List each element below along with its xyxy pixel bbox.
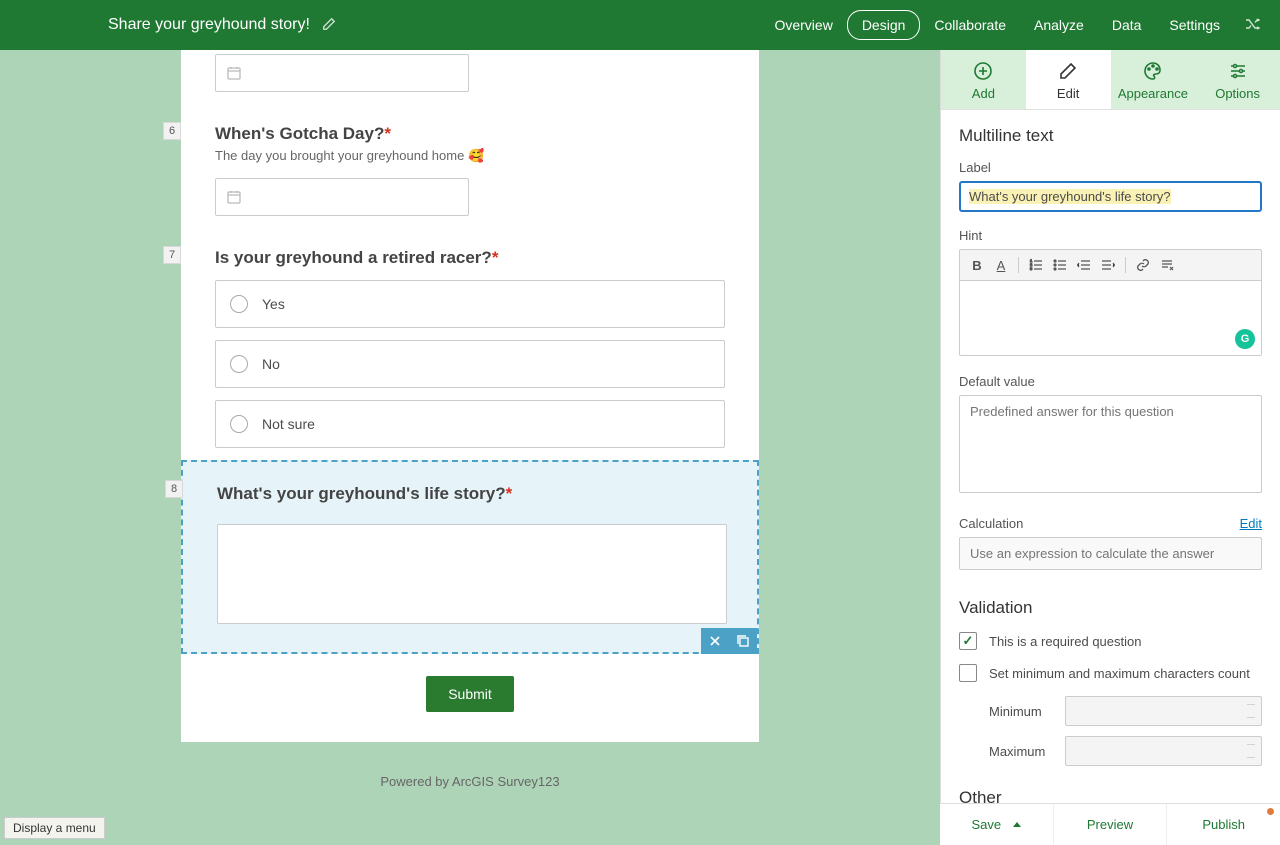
nav-collaborate[interactable]: Collaborate [920,11,1020,39]
bold-button[interactable]: B [966,255,988,275]
panel-body: Multiline text Label What's your greyhou… [941,110,1280,803]
radio-option-yes[interactable]: Yes [215,280,725,328]
section-title: Multiline text [959,126,1262,146]
publish-button[interactable]: Publish [1167,804,1280,845]
grammarly-icon[interactable]: G [1235,329,1255,349]
maximum-label: Maximum [989,744,1053,759]
nav-data[interactable]: Data [1098,11,1156,39]
clear-format-button[interactable] [1156,255,1178,275]
gotcha-date-input[interactable] [215,178,469,216]
outdent-button[interactable] [1073,255,1095,275]
svg-text:3: 3 [1030,266,1033,271]
question-label: When's Gotcha Day?* [215,124,725,144]
rte-toolbar: B A 123 [959,249,1262,280]
header-nav: Overview Design Collaborate Analyze Data… [760,10,1260,40]
edit-title-icon[interactable] [322,17,336,34]
action-bar: Save Preview Publish [940,803,1280,845]
tab-options[interactable]: Options [1195,50,1280,109]
tab-edit[interactable]: Edit [1026,50,1111,109]
other-title: Other [959,788,1262,803]
radio-icon [230,295,248,313]
unsaved-indicator-icon [1267,808,1274,815]
shuffle-icon[interactable] [1244,16,1260,35]
calendar-icon [226,189,242,205]
radio-option-no[interactable]: No [215,340,725,388]
nav-settings[interactable]: Settings [1155,11,1234,39]
pencil-icon [1057,60,1079,82]
required-checkbox[interactable] [959,632,977,650]
question-hint: The day you brought your greyhound home … [215,148,725,164]
label-field-label: Label [959,160,1262,175]
tab-add[interactable]: Add [941,50,1026,109]
powered-by: Powered by ArcGIS Survey123 [0,774,940,789]
default-value-label: Default value [959,374,1262,389]
nav-analyze[interactable]: Analyze [1020,11,1098,39]
nav-design[interactable]: Design [847,10,921,40]
calculation-edit-link[interactable]: Edit [1240,516,1262,531]
question-number: 8 [165,480,183,498]
radio-label: Yes [262,296,285,312]
radio-label: Not sure [262,416,315,432]
calculation-input[interactable] [959,537,1262,570]
minimum-input[interactable] [1065,696,1262,726]
calculation-label: Calculation [959,516,1023,531]
nav-overview[interactable]: Overview [760,11,846,39]
minimum-label: Minimum [989,704,1053,719]
radio-icon [230,415,248,433]
tab-appearance[interactable]: Appearance [1111,50,1196,109]
ol-button[interactable]: 123 [1025,255,1047,275]
radio-label: No [262,356,280,372]
question-label: Is your greyhound a retired racer?* [215,248,725,268]
submit-button[interactable]: Submit [426,676,514,712]
question-6[interactable]: 6 When's Gotcha Day?* The day you brough… [215,104,725,228]
panel-tabs: Add Edit Appearance Options [941,50,1280,110]
required-label: This is a required question [989,634,1141,649]
properties-panel: Add Edit Appearance Options Multiline te… [940,50,1280,803]
caret-up-icon [1013,822,1021,827]
date-input[interactable] [215,54,469,92]
app-header: Share your greyhound story! Overview Des… [0,0,1280,50]
question-7[interactable]: 7 Is your greyhound a retired racer?* Ye… [215,228,725,460]
preview-button[interactable]: Preview [1054,804,1168,845]
selection-toolbar [701,628,757,654]
question-number: 7 [163,246,181,264]
delete-question-button[interactable] [701,628,729,654]
form-canvas: 6 When's Gotcha Day?* The day you brough… [0,50,940,845]
status-tooltip: Display a menu [4,817,105,839]
palette-icon [1142,60,1164,82]
plus-circle-icon [972,60,994,82]
text-color-button[interactable]: A [990,255,1012,275]
sliders-icon [1227,60,1249,82]
form-card: 6 When's Gotcha Day?* The day you brough… [181,50,759,742]
duplicate-question-button[interactable] [729,628,757,654]
indent-button[interactable] [1097,255,1119,275]
hint-editor[interactable]: G [959,280,1262,356]
link-button[interactable] [1132,255,1154,275]
question-label: What's your greyhound's life story?* [217,484,723,504]
survey-title: Share your greyhound story! [108,16,310,34]
calendar-icon [226,65,242,81]
minmax-checkbox[interactable] [959,664,977,682]
hint-field-label: Hint [959,228,1262,243]
minmax-label: Set minimum and maximum characters count [989,666,1250,681]
radio-icon [230,355,248,373]
label-input[interactable]: What's your greyhound's life story? [959,181,1262,212]
maximum-input[interactable] [1065,736,1262,766]
default-value-input[interactable] [959,395,1262,493]
radio-option-not-sure[interactable]: Not sure [215,400,725,448]
validation-title: Validation [959,598,1262,618]
ul-button[interactable] [1049,255,1071,275]
question-number: 6 [163,122,181,140]
question-8-selected[interactable]: 8 What's your greyhound's life story?* [181,460,759,654]
save-button[interactable]: Save [940,804,1054,845]
life-story-textarea[interactable] [217,524,727,624]
